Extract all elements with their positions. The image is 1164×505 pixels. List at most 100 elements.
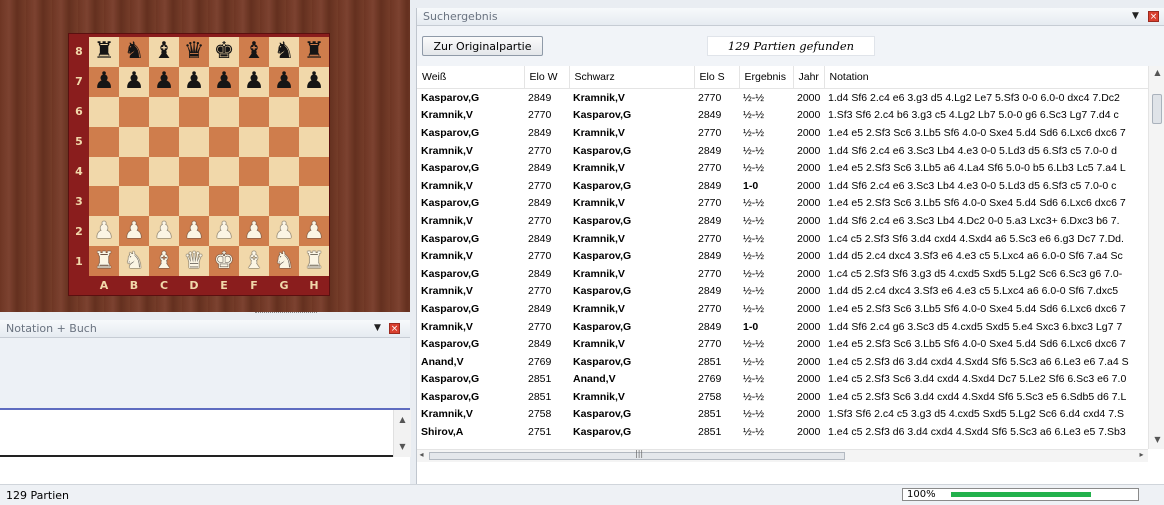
table-row[interactable]: Kasparov,G 2851 Kramnik,V 2758 ½-½ 2000 1.e4 c… <box>417 388 1148 406</box>
scroll-down-icon[interactable]: ▼ <box>1149 435 1164 444</box>
square-e6[interactable] <box>209 96 239 127</box>
column-header-notation[interactable]: Notation <box>824 66 1148 89</box>
square-c3[interactable] <box>149 186 179 217</box>
square-g3[interactable] <box>269 186 299 217</box>
column-header-year[interactable]: Jahr <box>793 66 825 89</box>
table-row[interactable]: Kramnik,V 2770 Kasparov,G 2849 ½-½ 2000 1.Sf3 … <box>417 107 1148 125</box>
square-d6[interactable] <box>179 96 209 127</box>
square-f7[interactable]: ♟ <box>239 66 269 97</box>
white-knight-icon[interactable]: ♞ <box>124 249 145 273</box>
square-b5[interactable] <box>119 126 149 157</box>
scroll-thumb[interactable]: ||| <box>429 449 845 460</box>
black-pawn-icon[interactable]: ♟ <box>124 70 145 93</box>
chess-board[interactable]: ♜ ♞ ♝ ♛ ♚ ♝ ♞ ♜ ♟ ♟ ♟ ♟ ♟ ♟ ♟ ♟ ♟ ♟ ♟ ♟ ♟ ♟ ♟ ♟ ♜ ♞ ♝ ♛ ♚ ♝ ♞ ♜ <box>89 37 329 276</box>
square-e4[interactable] <box>209 156 239 187</box>
table-row[interactable]: Kasparov,G 2849 Kramnik,V 2770 ½-½ 2000 1.c4 c… <box>417 265 1148 283</box>
column-header-result[interactable]: Ergebnis <box>739 66 794 89</box>
square-h2[interactable]: ♟ <box>299 216 329 247</box>
column-header-elo-black[interactable]: Elo S <box>694 66 740 89</box>
white-rook-icon[interactable]: ♜ <box>94 249 115 273</box>
black-pawn-icon[interactable]: ♟ <box>184 70 205 93</box>
table-row[interactable]: Anand,V 2769 Kasparov,G 2851 ½-½ 2000 1.e4 c5 … <box>417 353 1148 371</box>
table-row[interactable]: Kramnik,V 2770 Kasparov,G 2849 ½-½ 2000 1.d4 d… <box>417 247 1148 265</box>
table-horizontal-scrollbar[interactable]: ◂ ||| ▸ <box>417 449 1148 462</box>
square-b2[interactable]: ♟ <box>119 216 149 247</box>
square-h6[interactable] <box>299 96 329 127</box>
white-king-icon[interactable]: ♚ <box>214 249 235 273</box>
square-c1[interactable]: ♝ <box>149 246 179 276</box>
table-row[interactable]: Shirov,A 2751 Kasparov,G 2851 ½-½ 2000 1.e4 c5… <box>417 423 1148 441</box>
square-a7[interactable]: ♟ <box>89 66 119 97</box>
white-rook-icon[interactable]: ♜ <box>304 249 325 273</box>
black-bishop-icon[interactable]: ♝ <box>154 40 175 63</box>
table-row[interactable]: Kramnik,V 2770 Kasparov,G 2849 1-0 2000 1.d4 S… <box>417 318 1148 336</box>
table-row[interactable]: Kramnik,V 2770 Kasparov,G 2849 ½-½ 2000 1.d4 S… <box>417 212 1148 230</box>
table-row[interactable]: Kasparov,G 2849 Kramnik,V 2770 ½-½ 2000 1.e4 e… <box>417 335 1148 353</box>
white-queen-icon[interactable]: ♛ <box>184 249 205 273</box>
square-g4[interactable] <box>269 156 299 187</box>
original-game-button[interactable]: Zur Originalpartie <box>422 36 543 56</box>
square-g7[interactable]: ♟ <box>269 66 299 97</box>
black-king-icon[interactable]: ♚ <box>214 40 235 63</box>
square-a8[interactable]: ♜ <box>89 37 119 67</box>
black-knight-icon[interactable]: ♞ <box>124 40 145 63</box>
scroll-left-icon[interactable]: ◂ <box>413 450 430 459</box>
column-header-white-player[interactable]: Weiß <box>417 66 525 89</box>
square-e5[interactable] <box>209 126 239 157</box>
scroll-up-icon[interactable]: ▲ <box>394 415 411 424</box>
square-d1[interactable]: ♛ <box>179 246 209 276</box>
square-c8[interactable]: ♝ <box>149 37 179 67</box>
close-icon[interactable]: × <box>389 323 400 334</box>
table-row[interactable]: Kramnik,V 2770 Kasparov,G 2849 ½-½ 2000 1.d4 d… <box>417 283 1148 301</box>
square-h7[interactable]: ♟ <box>299 66 329 97</box>
notation-area[interactable] <box>0 338 410 410</box>
scroll-right-icon[interactable]: ▸ <box>1133 450 1150 459</box>
square-d2[interactable]: ♟ <box>179 216 209 247</box>
square-b7[interactable]: ♟ <box>119 66 149 97</box>
black-rook-icon[interactable]: ♜ <box>94 40 115 63</box>
black-pawn-icon[interactable]: ♟ <box>154 70 175 93</box>
table-row[interactable]: Kasparov,G 2849 Kramnik,V 2770 ½-½ 2000 1.e4 e… <box>417 300 1148 318</box>
square-g5[interactable] <box>269 126 299 157</box>
scroll-up-icon[interactable]: ▲ <box>1149 68 1164 77</box>
black-bishop-icon[interactable]: ♝ <box>244 40 265 63</box>
square-d8[interactable]: ♛ <box>179 37 209 67</box>
white-pawn-icon[interactable]: ♟ <box>124 219 145 243</box>
square-h5[interactable] <box>299 126 329 157</box>
table-vertical-scrollbar[interactable]: ▲ ▼ <box>1148 66 1164 449</box>
square-d4[interactable] <box>179 156 209 187</box>
black-rook-icon[interactable]: ♜ <box>304 40 325 63</box>
square-a2[interactable]: ♟ <box>89 216 119 247</box>
square-e8[interactable]: ♚ <box>209 37 239 67</box>
square-g6[interactable] <box>269 96 299 127</box>
square-f2[interactable]: ♟ <box>239 216 269 247</box>
square-e3[interactable] <box>209 186 239 217</box>
square-e2[interactable]: ♟ <box>209 216 239 247</box>
table-row[interactable]: Kramnik,V 2758 Kasparov,G 2851 ½-½ 2000 1.Sf3 … <box>417 406 1148 424</box>
square-a6[interactable] <box>89 96 119 127</box>
square-f1[interactable]: ♝ <box>239 246 269 276</box>
square-d3[interactable] <box>179 186 209 217</box>
square-f3[interactable] <box>239 186 269 217</box>
square-h4[interactable] <box>299 156 329 187</box>
square-b1[interactable]: ♞ <box>119 246 149 276</box>
column-header-elo-white[interactable]: Elo W <box>524 66 570 89</box>
square-b6[interactable] <box>119 96 149 127</box>
white-pawn-icon[interactable]: ♟ <box>274 219 295 243</box>
table-row[interactable]: Kasparov,G 2849 Kramnik,V 2770 ½-½ 2000 1.e4 e… <box>417 159 1148 177</box>
black-pawn-icon[interactable]: ♟ <box>274 70 295 93</box>
scroll-thumb[interactable] <box>1152 94 1162 124</box>
square-f5[interactable] <box>239 126 269 157</box>
table-row[interactable]: Kasparov,G 2849 Kramnik,V 2770 ½-½ 2000 1.e4 e… <box>417 124 1148 142</box>
column-header-black-player[interactable]: Schwarz <box>569 66 695 89</box>
table-row[interactable]: Kasparov,G 2849 Kramnik,V 2770 ½-½ 2000 1.e4 e… <box>417 195 1148 213</box>
square-a3[interactable] <box>89 186 119 217</box>
square-a4[interactable] <box>89 156 119 187</box>
table-row[interactable]: Kasparov,G 2851 Anand,V 2769 ½-½ 2000 1.e4 c5 … <box>417 371 1148 389</box>
notation-scrollbar[interactable]: ▲ ▼ <box>393 410 411 457</box>
square-e7[interactable]: ♟ <box>209 66 239 97</box>
square-g2[interactable]: ♟ <box>269 216 299 247</box>
black-pawn-icon[interactable]: ♟ <box>94 70 115 93</box>
square-h8[interactable]: ♜ <box>299 37 329 67</box>
white-bishop-icon[interactable]: ♝ <box>244 249 265 273</box>
